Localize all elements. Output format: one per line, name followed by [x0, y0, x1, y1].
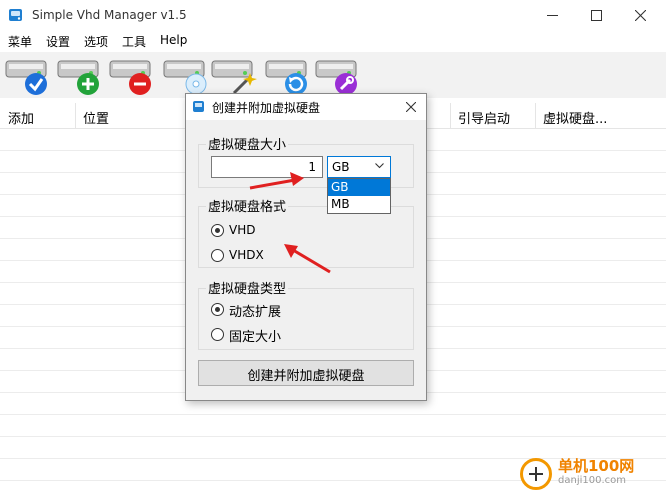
- type-fixed-label[interactable]: 固定大小: [229, 326, 281, 345]
- dialog-title: 创建并附加虚拟硬盘: [212, 101, 321, 115]
- menu-bar: 菜单 设置 选项 工具 Help: [0, 30, 666, 52]
- size-unit-dropdown: GB MB: [327, 178, 391, 214]
- size-unit-value: GB: [332, 160, 350, 174]
- disk-optical-icon: [163, 60, 207, 95]
- toolbar-disk-button[interactable]: [162, 55, 210, 97]
- disk-settings-icon: [315, 60, 357, 95]
- minimize-button[interactable]: [530, 0, 576, 30]
- disk-add-icon: [57, 60, 99, 95]
- size-unit-select[interactable]: GB: [327, 156, 391, 178]
- column-separator[interactable]: [535, 103, 536, 129]
- dialog-title-bar: 创建并附加虚拟硬盘: [186, 94, 426, 120]
- type-dynamic-radio[interactable]: [211, 303, 224, 316]
- menu-tools[interactable]: 工具: [122, 33, 146, 50]
- disk-remove-icon: [109, 60, 151, 95]
- column-separator[interactable]: [75, 103, 76, 129]
- toolbar: [0, 52, 666, 98]
- create-attach-button[interactable]: 创建并附加虚拟硬盘: [198, 360, 414, 386]
- app-disk-icon: [9, 9, 22, 21]
- disk-refresh-icon: [265, 60, 307, 95]
- close-icon: [406, 102, 416, 112]
- size-group-label: 虚拟硬盘大小: [206, 134, 289, 153]
- title-bar: Simple Vhd Manager v1.5: [0, 0, 666, 30]
- minimize-icon: [547, 15, 558, 16]
- watermark-url: danji100.com: [558, 475, 626, 486]
- column-header-location[interactable]: 位置: [83, 108, 109, 127]
- disk-magic-wand-icon: [211, 60, 257, 95]
- watermark-brand: 单机100网: [558, 457, 635, 475]
- menu-options[interactable]: 选项: [84, 33, 108, 50]
- maximize-icon: [591, 10, 602, 21]
- column-header-boot[interactable]: 引导启动: [458, 108, 510, 127]
- format-vhdx-label[interactable]: VHDX: [229, 248, 264, 262]
- toolbar-check-button[interactable]: [4, 55, 52, 97]
- toolbar-settings-button[interactable]: [314, 55, 362, 97]
- watermark: 单机100网 danji100.com: [518, 452, 666, 493]
- chevron-down-icon: [375, 163, 384, 169]
- toolbar-add-button[interactable]: [56, 55, 104, 97]
- toolbar-remove-button[interactable]: [108, 55, 156, 97]
- create-vhd-dialog: 创建并附加虚拟硬盘 虚拟硬盘大小 1 GB 虚拟硬盘格式 VHD VHDX 虚拟…: [185, 93, 427, 401]
- maximize-button[interactable]: [574, 0, 620, 30]
- type-group-label: 虚拟硬盘类型: [206, 278, 289, 297]
- menu-main[interactable]: 菜单: [8, 33, 32, 50]
- dialog-close-button[interactable]: [398, 95, 424, 119]
- type-dynamic-label[interactable]: 动态扩展: [229, 301, 281, 320]
- menu-settings[interactable]: 设置: [46, 33, 70, 50]
- dialog-disk-icon: [193, 101, 204, 112]
- watermark-logo-icon: [520, 458, 552, 490]
- size-number-input[interactable]: 1: [211, 156, 323, 178]
- type-fixed-radio[interactable]: [211, 328, 224, 341]
- format-vhd-radio[interactable]: [211, 224, 224, 237]
- format-vhdx-radio[interactable]: [211, 249, 224, 262]
- unit-option-mb[interactable]: MB: [328, 196, 390, 213]
- column-header-vhd[interactable]: 虚拟硬盘...: [543, 108, 607, 127]
- format-group-label: 虚拟硬盘格式: [206, 196, 289, 215]
- unit-option-gb[interactable]: GB: [328, 179, 390, 196]
- window-title: Simple Vhd Manager v1.5: [32, 8, 187, 22]
- close-button[interactable]: [618, 0, 664, 30]
- toolbar-refresh-button[interactable]: [264, 55, 312, 97]
- close-icon: [635, 10, 646, 21]
- disk-check-icon: [5, 60, 47, 95]
- column-separator[interactable]: [450, 103, 451, 129]
- menu-help[interactable]: Help: [160, 33, 187, 47]
- toolbar-magic-button[interactable]: [210, 55, 258, 97]
- format-vhd-label[interactable]: VHD: [229, 223, 255, 237]
- column-header-add[interactable]: 添加: [8, 108, 34, 127]
